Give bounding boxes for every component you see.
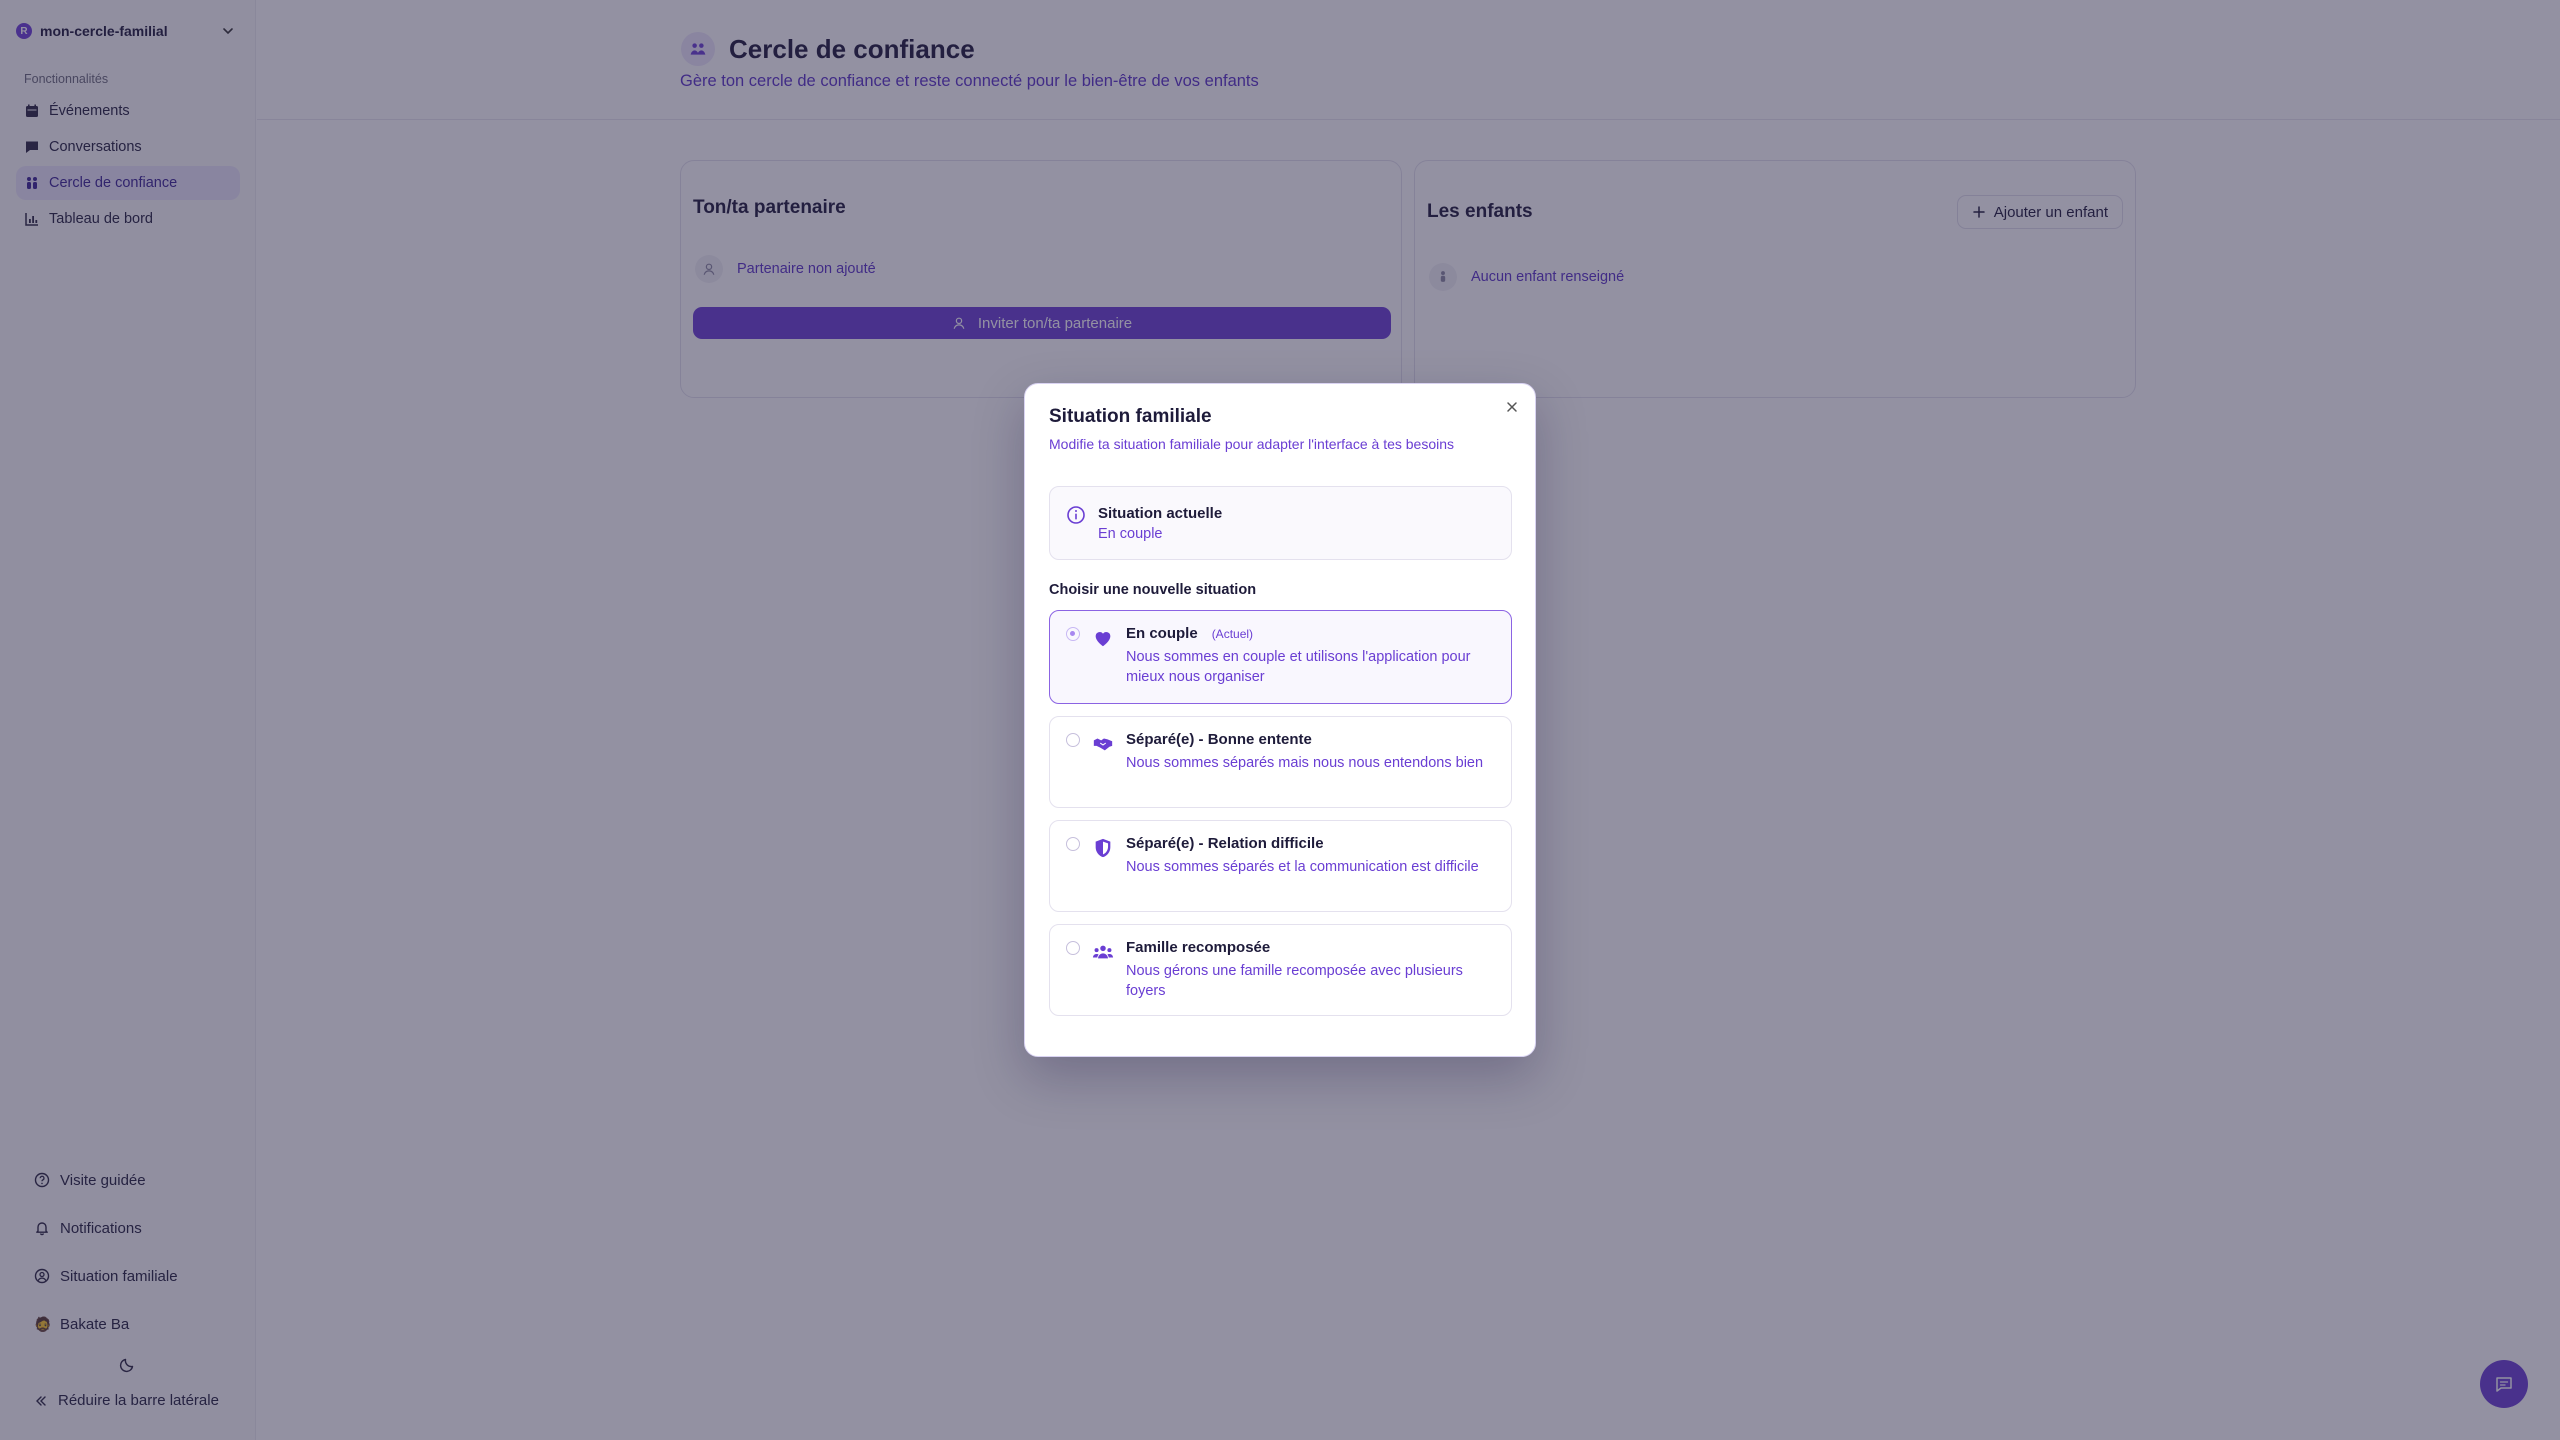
option-en-couple[interactable]: En couple (Actuel) Nous sommes en couple … bbox=[1049, 610, 1512, 704]
handshake-icon bbox=[1093, 738, 1113, 751]
option-separe-relation-difficile[interactable]: Séparé(e) - Relation difficile Nous somm… bbox=[1049, 820, 1512, 912]
heart-icon bbox=[1095, 632, 1111, 647]
current-situation-label: Situation actuelle bbox=[1098, 505, 1223, 522]
radio-button[interactable] bbox=[1066, 941, 1080, 955]
option-description: Nous sommes séparés et la communication … bbox=[1126, 859, 1479, 875]
choose-situation-label: Choisir une nouvelle situation bbox=[1049, 582, 1257, 598]
close-button[interactable] bbox=[1503, 398, 1521, 416]
option-title: Famille recomposée bbox=[1126, 939, 1271, 956]
close-icon bbox=[1507, 402, 1517, 412]
family-situation-dialog: Situation familiale Modifie ta situation… bbox=[1024, 383, 1536, 1057]
option-title-text: En couple bbox=[1126, 625, 1198, 642]
option-title: En couple (Actuel) bbox=[1126, 625, 1253, 642]
current-situation-box: Situation actuelle En couple bbox=[1049, 486, 1512, 560]
current-badge: (Actuel) bbox=[1211, 627, 1254, 641]
option-separe-bonne-entente[interactable]: Séparé(e) - Bonne entente Nous sommes sé… bbox=[1049, 716, 1512, 808]
option-description: Nous sommes séparés mais nous nous enten… bbox=[1126, 755, 1484, 771]
option-description: Nous gérons une famille recomposée avec … bbox=[1126, 963, 1463, 999]
shield-icon bbox=[1095, 838, 1111, 858]
option-title: Séparé(e) - Relation difficile bbox=[1126, 835, 1324, 852]
option-description: Nous sommes en couple et utilisons l'app… bbox=[1126, 649, 1471, 685]
group-icon bbox=[1092, 945, 1114, 959]
info-icon bbox=[1067, 506, 1085, 524]
current-situation-value: En couple bbox=[1098, 526, 1163, 542]
radio-button[interactable] bbox=[1066, 733, 1080, 747]
option-title: Séparé(e) - Bonne entente bbox=[1126, 731, 1312, 748]
dialog-title: Situation familiale bbox=[1049, 406, 1212, 427]
dialog-description: Modifie ta situation familiale pour adap… bbox=[1049, 436, 1455, 452]
option-famille-recomposee[interactable]: Famille recomposée Nous gérons une famil… bbox=[1049, 924, 1512, 1016]
radio-button[interactable] bbox=[1066, 837, 1080, 851]
radio-button[interactable] bbox=[1066, 627, 1080, 641]
